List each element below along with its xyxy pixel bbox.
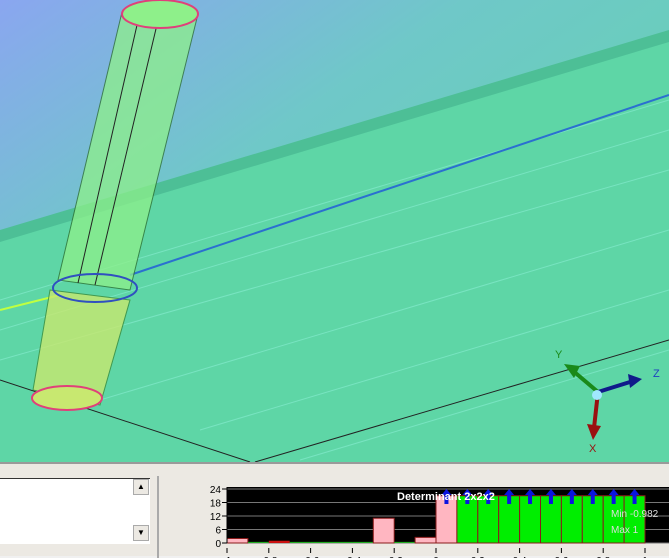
histogram-bar (414, 536, 437, 544)
quality-histogram: 06121824-1-0.8-0.6-0.4-0.200.20.40.60.81… (210, 485, 669, 558)
histogram-bar (372, 517, 395, 544)
scroll-up-button[interactable]: ▲ (133, 479, 149, 495)
histogram-bar (310, 541, 332, 543)
y-tick-label: 24 (210, 485, 222, 496)
histogram-bar (226, 538, 249, 544)
chart-title: Determinant 2x2x2 (397, 491, 495, 503)
histogram-bar (394, 541, 416, 543)
bottom-panel: ▲ ▼ 06121824-1-0.8-0.6-0.4-0.200.20.40.6… (0, 462, 669, 558)
z-axis-label: Z (653, 368, 660, 380)
scene: Y Z X (0, 0, 669, 462)
scroll-down-button[interactable]: ▼ (133, 525, 149, 541)
histogram-bar (268, 540, 290, 543)
histogram-bar (352, 541, 374, 543)
y-axis-label: Y (555, 349, 563, 361)
max-label: Max 1 (611, 525, 639, 536)
y-tick-label: 6 (215, 526, 221, 537)
3d-viewport[interactable]: Y Z X (0, 0, 669, 462)
histogram-bar (247, 541, 269, 543)
histogram-bar (289, 541, 311, 543)
panel-divider[interactable] (157, 476, 159, 558)
min-label: Min -0.982 (611, 509, 659, 520)
x-axis-label: X (589, 443, 597, 455)
y-tick-label: 12 (210, 512, 222, 523)
y-tick-label: 0 (215, 539, 221, 550)
y-tick-label: 18 (210, 499, 222, 510)
message-list[interactable]: ▲ ▼ (0, 478, 150, 544)
histogram-bar (331, 541, 353, 543)
